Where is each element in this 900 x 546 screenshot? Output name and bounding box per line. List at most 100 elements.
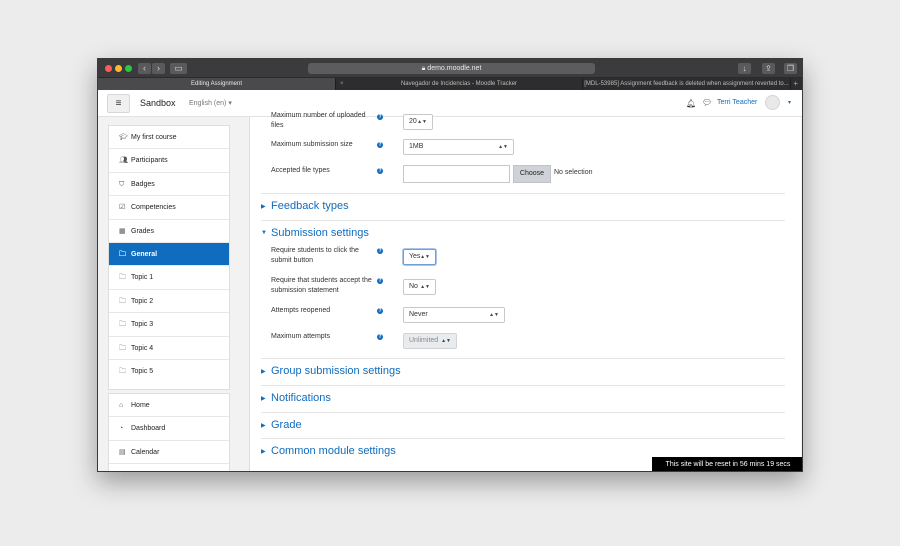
close-window-button[interactable] bbox=[105, 65, 112, 72]
moodle-navbar: ≡ Sandbox English (en) ▾ 🔔︎ 💬︎ Terri Tea… bbox=[98, 90, 802, 117]
graduation-cap-icon: 🎓︎ bbox=[119, 134, 128, 141]
select-arrows-icon: ▲▼ bbox=[420, 254, 430, 260]
sidebar-toggle-icon[interactable]: ▭ bbox=[170, 63, 187, 74]
sidebar-item-topic-3[interactable]: 🗀︎ Topic 3 bbox=[109, 313, 229, 337]
download-icon[interactable]: ↓ bbox=[738, 63, 751, 74]
language-menu[interactable]: English (en) ▾ bbox=[189, 99, 232, 107]
tab-label: Editing Assignment bbox=[190, 81, 243, 87]
tab-editing-assignment[interactable]: Editing Assignment bbox=[98, 78, 336, 90]
select-arrows-icon: ▲▼ bbox=[489, 312, 499, 318]
file-types-label: Accepted file types bbox=[271, 167, 330, 174]
sidebar-item-grades[interactable]: ▦ Grades bbox=[109, 220, 229, 243]
section-title[interactable]: Group submission settings bbox=[271, 365, 401, 377]
site-navigation: ⌂ Home ◔ Dashboard ▤ Calendar bbox=[108, 393, 230, 471]
new-tab-icon[interactable]: + bbox=[793, 78, 798, 90]
tab-label: Navegador de Incidencias - Moodle Tracke… bbox=[400, 81, 518, 87]
sidebar-item-topic-1[interactable]: 🗀︎ Topic 1 bbox=[109, 266, 229, 290]
max-attempts-select: Unlimited ▲▼ bbox=[403, 333, 457, 349]
select-arrows-icon: ▲▼ bbox=[441, 338, 451, 344]
folder-icon: 🗀︎ bbox=[119, 251, 126, 258]
sidebar-item-badges[interactable]: ⛉ Badges bbox=[109, 173, 229, 197]
folder-icon: 🗀︎ bbox=[119, 344, 126, 352]
course-navigation: 🎓︎ My first course 👥︎ Participants ⛉ Badges… bbox=[108, 125, 230, 390]
require-accept-select[interactable]: No ▲▼ bbox=[403, 279, 436, 295]
max-size-select[interactable]: 1MB ▲▼ bbox=[403, 139, 514, 155]
sidebar-item-my-first-course[interactable]: 🎓︎ My first course bbox=[109, 126, 229, 150]
help-icon[interactable]: ? bbox=[377, 142, 383, 148]
zoom-window-button[interactable] bbox=[125, 65, 132, 72]
feedback-types-section[interactable]: ▶ Feedback types bbox=[261, 193, 785, 220]
sidebar-item-dashboard[interactable]: ◔ Dashboard bbox=[109, 417, 229, 441]
minimize-window-button[interactable] bbox=[115, 65, 122, 72]
file-types-input[interactable] bbox=[403, 165, 510, 183]
caret-right-icon: ▶ bbox=[261, 449, 266, 455]
shield-icon: ⛉ bbox=[119, 180, 125, 188]
calendar-icon: ▤ bbox=[119, 448, 126, 456]
sidebar-item-competencies[interactable]: ☑ Competencies bbox=[109, 196, 229, 220]
tab-label: [MDL-53985] Assignment feedback is delet… bbox=[584, 81, 789, 87]
max-files-label: Maximum number of uploaded files bbox=[271, 112, 366, 129]
close-tab-icon[interactable]: × bbox=[340, 78, 344, 90]
browser-titlebar: ‹ › ▭ 🔒︎ demo.moodle.net ↓ ⇪ ❐ bbox=[98, 59, 802, 78]
user-menu-caret-icon[interactable]: ▾ bbox=[788, 99, 791, 106]
sidebar-item-home[interactable]: ⌂ Home bbox=[109, 394, 229, 418]
no-selection-text: No selection bbox=[554, 169, 593, 176]
help-icon[interactable]: ? bbox=[377, 278, 383, 284]
choose-button[interactable]: Choose bbox=[513, 165, 551, 183]
menu-toggle-button[interactable]: ≡ bbox=[107, 94, 130, 113]
caret-right-icon: ▶ bbox=[261, 204, 266, 210]
share-icon[interactable]: ⇪ bbox=[762, 63, 775, 74]
tabs-overview-icon[interactable]: ❐ bbox=[784, 63, 797, 74]
help-icon[interactable]: ? bbox=[377, 308, 383, 314]
section-title[interactable]: Feedback types bbox=[271, 200, 349, 212]
chat-icon[interactable]: 💬︎ bbox=[702, 98, 712, 107]
section-title[interactable]: Grade bbox=[271, 419, 302, 431]
sidebar-item-topic-2[interactable]: 🗀︎ Topic 2 bbox=[109, 290, 229, 314]
caret-right-icon: ▶ bbox=[261, 423, 266, 429]
lock-icon: 🔒︎ bbox=[421, 65, 426, 72]
caret-down-icon: ▾ bbox=[228, 100, 232, 107]
url-bar[interactable]: 🔒︎ demo.moodle.net bbox=[308, 63, 595, 74]
select-arrows-icon: ▲▼ bbox=[420, 284, 430, 290]
sidebar-item-calendar[interactable]: ▤ Calendar bbox=[109, 441, 229, 465]
require-click-select[interactable]: Yes ▲▼ bbox=[403, 249, 436, 265]
table-icon: ▦ bbox=[119, 227, 126, 235]
sidebar-item-topic-4[interactable]: 🗀︎ Topic 4 bbox=[109, 337, 229, 360]
help-icon[interactable]: ? bbox=[377, 248, 383, 254]
section-title[interactable]: Notifications bbox=[271, 392, 331, 404]
folder-icon: 🗀︎ bbox=[119, 297, 126, 305]
sidebar-item-topic-5[interactable]: 🗀︎ Topic 5 bbox=[109, 360, 229, 383]
max-attempts-label: Maximum attempts bbox=[271, 333, 331, 340]
select-arrows-icon: ▲▼ bbox=[417, 119, 427, 125]
max-size-label: Maximum submission size bbox=[271, 141, 353, 148]
bell-icon[interactable]: 🔔︎ bbox=[686, 99, 696, 108]
avatar[interactable] bbox=[765, 95, 780, 110]
help-icon[interactable]: ? bbox=[377, 114, 383, 120]
section-title[interactable]: Common module settings bbox=[271, 445, 396, 457]
user-name[interactable]: Terri Teacher bbox=[717, 99, 757, 106]
folder-icon: 🗀︎ bbox=[119, 321, 126, 329]
attempts-reopened-label: Attempts reopened bbox=[271, 307, 331, 314]
dashboard-icon: ◔ bbox=[119, 425, 124, 433]
tab-moodle-tracker[interactable]: × Navegador de Incidencias - Moodle Trac… bbox=[336, 78, 583, 90]
grade-section[interactable]: ▶ Grade bbox=[261, 412, 785, 438]
help-icon[interactable]: ? bbox=[377, 168, 383, 174]
hamburger-icon: ≡ bbox=[115, 98, 122, 109]
sidebar-item-general[interactable]: 🗀︎ General bbox=[109, 243, 229, 267]
site-name[interactable]: Sandbox bbox=[140, 98, 176, 108]
back-icon[interactable]: ‹ bbox=[138, 63, 151, 74]
attempts-reopened-select[interactable]: Never ▲▼ bbox=[403, 307, 505, 323]
caret-right-icon: ▶ bbox=[261, 369, 266, 375]
max-files-select[interactable]: 20 ▲▼ bbox=[403, 114, 433, 130]
help-icon[interactable]: ? bbox=[377, 334, 383, 340]
require-click-label: Require students to click the submit but… bbox=[271, 247, 359, 264]
forward-icon[interactable]: › bbox=[152, 63, 165, 74]
section-title[interactable]: Submission settings bbox=[271, 227, 369, 239]
caret-right-icon: ▶ bbox=[261, 396, 266, 402]
notifications-section[interactable]: ▶ Notifications bbox=[261, 385, 785, 412]
checkbox-icon: ☑ bbox=[119, 204, 126, 212]
tab-mdl-issue[interactable]: [MDL-53985] Assignment feedback is delet… bbox=[583, 78, 791, 90]
group-submission-section[interactable]: ▶ Group submission settings bbox=[261, 358, 785, 385]
browser-window: ‹ › ▭ 🔒︎ demo.moodle.net ↓ ⇪ ❐ Editing A… bbox=[97, 58, 803, 472]
sidebar-item-participants[interactable]: 👥︎ Participants bbox=[109, 149, 229, 173]
